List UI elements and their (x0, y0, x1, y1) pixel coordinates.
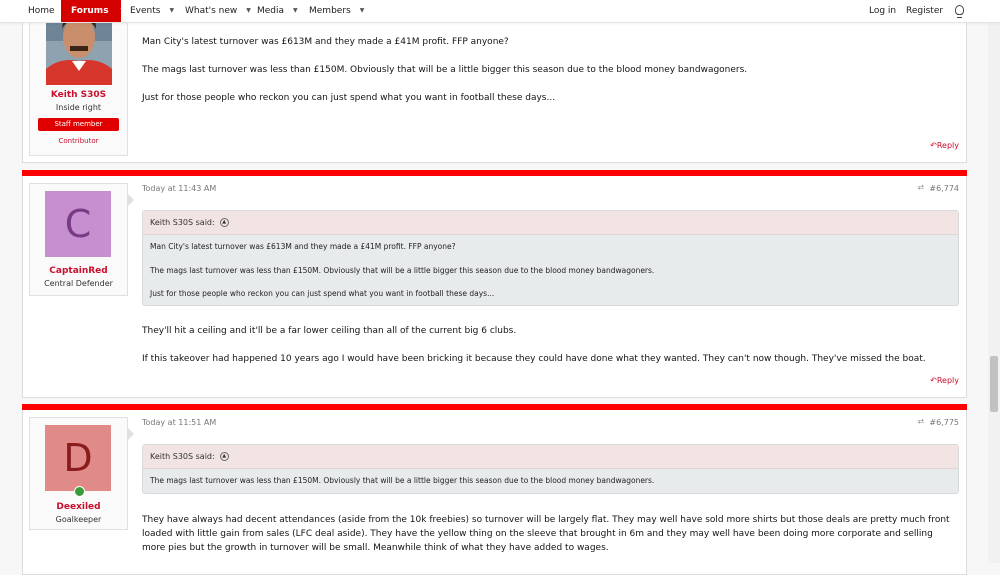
username[interactable]: CaptainRed (30, 266, 127, 276)
online-status-icon (74, 486, 85, 497)
nav-events-label: Events (130, 6, 161, 16)
share-icon[interactable]: ⮂ (918, 417, 924, 427)
post-body-line: They'll hit a ceiling and it'll be a far… (142, 326, 517, 336)
user-title: Inside right (55, 103, 102, 112)
register-label: Register (906, 6, 944, 16)
register-link[interactable]: Register (906, 0, 943, 22)
quote-author[interactable]: Keith S30S said: ▲ (143, 211, 958, 235)
avatar[interactable]: C (45, 191, 111, 257)
quote-line: The mags last turnover was less than £15… (150, 266, 655, 275)
scrollbar-thumb[interactable] (990, 356, 998, 412)
nav-media[interactable]: Media ▼ (257, 0, 298, 22)
nav-home[interactable]: Home (28, 0, 55, 22)
post-timestamp[interactable]: Today at 11:43 AM (142, 184, 216, 193)
post-body-line: If this takeover had happened 10 years a… (142, 354, 926, 364)
arrow-up-icon[interactable]: ▲ (219, 452, 229, 461)
nav-members[interactable]: Members ▼ (309, 0, 364, 22)
quote-block: Keith S30S said: ▲ Man City's latest turn… (142, 210, 959, 306)
reply-button[interactable]: ↶Reply (930, 376, 959, 385)
quote-author[interactable]: Keith S30S said: ▲ (143, 445, 958, 469)
quote-block: Keith S30S said: ▲ The mags last turnover… (142, 444, 959, 494)
login-link[interactable]: Log in (869, 0, 896, 22)
nav-media-label: Media (257, 6, 285, 16)
user-title: Goalkeeper (55, 515, 102, 524)
post-number[interactable]: #6,775 (929, 418, 959, 427)
chevron-down-icon[interactable]: ▼ (360, 7, 365, 14)
post-body-line: Just for those people who reckon you can… (142, 93, 556, 103)
chevron-down-icon[interactable]: ▼ (246, 7, 251, 14)
scrollbar[interactable] (988, 0, 1000, 563)
post-number[interactable]: #6,774 (929, 184, 959, 193)
post-body-line: Man City's latest turnover was £613M and… (142, 37, 509, 47)
nav-whats-new[interactable]: What's new ▼ (185, 0, 251, 22)
quote-author-label: Keith S30S said: (150, 452, 215, 461)
arrow-up-icon[interactable]: ▲ (219, 218, 229, 227)
post-body-line: The mags last turnover was less than £15… (142, 65, 748, 75)
post: Keith S30S Inside right Staff member Con… (22, 0, 967, 163)
chevron-down-icon[interactable]: ▼ (169, 7, 174, 14)
nav-whats-new-label: What's new (185, 6, 238, 16)
post-timestamp[interactable]: Today at 11:51 AM (142, 418, 216, 427)
nav-events[interactable]: Events ▼ (130, 0, 174, 22)
nav-home-label: Home (28, 6, 55, 16)
chevron-down-icon[interactable]: ▼ (293, 7, 298, 14)
avatar[interactable]: D (45, 425, 111, 491)
quote-line: The mags last turnover was less than £15… (150, 476, 655, 485)
post-divider (22, 170, 967, 176)
user-title: Central Defender (44, 279, 113, 288)
user-info: D Deexiled Goalkeeper (29, 417, 134, 530)
chevron-down-icon[interactable]: ▼ (121, 7, 126, 14)
reply-icon: ↶ (930, 141, 937, 150)
username[interactable]: Deexiled (30, 502, 127, 512)
reply-icon: ↶ (930, 376, 937, 385)
nav-forums-label: Forums (71, 6, 109, 16)
post: C CaptainRed Central Defender Today at 1… (22, 170, 967, 398)
post-divider (22, 404, 967, 410)
reply-label: Reply (936, 141, 959, 150)
staff-badge: Staff member (38, 118, 119, 131)
login-label: Log in (869, 6, 897, 16)
user-info: C CaptainRed Central Defender (29, 183, 134, 296)
nav-members-label: Members (309, 6, 351, 16)
quote-author-label: Keith S30S said: (150, 218, 215, 227)
lightbulb-icon[interactable] (955, 5, 964, 18)
post-body: They have always had decent attendances … (142, 515, 950, 553)
post: D Deexiled Goalkeeper Today at 11:51 AM … (22, 404, 967, 575)
user-info: Keith S30S Inside right Staff member Con… (29, 0, 134, 156)
share-icon[interactable]: ⮂ (918, 183, 924, 193)
reply-label: Reply (936, 376, 959, 385)
username[interactable]: Keith S30S (30, 90, 127, 100)
top-navigation: Home Forums ▼ Events ▼ What's new ▼ Media ▼ … (0, 0, 1000, 23)
quote-line: Just for those people who reckon you can… (150, 289, 495, 298)
reply-button[interactable]: ↶Reply (930, 141, 959, 150)
quote-line: Man City's latest turnover was £613M and… (150, 242, 456, 251)
nav-forums[interactable]: Forums ▼ (61, 0, 125, 22)
user-banner: Contributor (58, 137, 99, 145)
